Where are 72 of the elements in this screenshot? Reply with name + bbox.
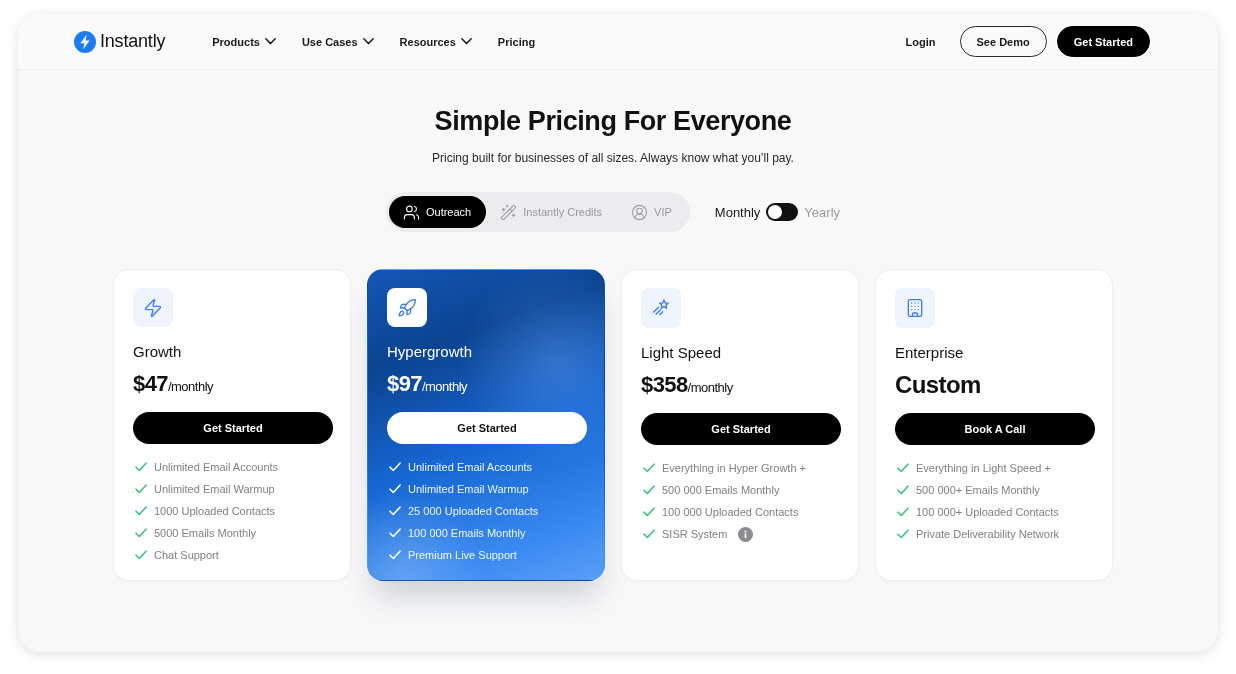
check-icon <box>897 507 909 517</box>
page-subtitle: Pricing built for businesses of all sizes. Always know what you’ll pay. <box>432 150 794 166</box>
check-icon <box>135 484 147 494</box>
check-icon <box>389 528 401 538</box>
magic-wand-icon <box>500 203 518 221</box>
plan-name: Growth <box>133 343 183 362</box>
feature-text: 100 000 Emails Monthly <box>408 527 526 539</box>
nav-link[interactable]: Use Cases <box>301 35 374 48</box>
plan-button[interactable]: Get Started <box>387 412 587 444</box>
users-icon <box>402 203 420 221</box>
check-icon <box>643 463 655 473</box>
check-icon <box>643 507 655 517</box>
check-icon <box>389 506 401 516</box>
feature-text: Chat Support <box>154 549 219 561</box>
brand-name[interactable]: Instantly <box>100 31 166 52</box>
check-icon <box>135 462 147 472</box>
nav-link[interactable]: Pricing <box>497 35 536 48</box>
check-icon <box>643 485 655 495</box>
feature-text: 5000 Emails Monthly <box>154 527 257 539</box>
logo-icon[interactable] <box>74 30 96 53</box>
plan-tab[interactable]: Outreach <box>388 196 487 228</box>
login-link[interactable]: Login <box>905 35 936 48</box>
feature-text: 100 000 Uploaded Contacts <box>662 506 799 518</box>
page-title: Simple Pricing For Everyone <box>434 105 792 138</box>
billing-label: Yearly <box>804 204 840 220</box>
building-icon <box>895 288 935 328</box>
check-icon <box>389 550 401 560</box>
plan-price: $97/monthly <box>387 370 469 399</box>
plan-button[interactable]: Get Started <box>641 413 841 445</box>
feature-text: 25 000 Uploaded Contacts <box>408 505 539 517</box>
plan-price: $358/monthly <box>641 371 734 399</box>
feature-text: Private Deliverability Network <box>916 528 1060 540</box>
feature-text: SISR System <box>662 528 728 540</box>
nav-link[interactable]: Resources <box>399 35 472 48</box>
chevron-down-icon <box>264 38 276 45</box>
plan-name: Enterprise <box>895 344 965 362</box>
lightning-icon <box>133 288 173 328</box>
plan-button[interactable]: Book A Call <box>895 413 1095 445</box>
feature-text: Everything in Light Speed + <box>916 462 1051 474</box>
check-icon <box>897 529 909 539</box>
feature-text: Unlimited Email Warmup <box>154 483 275 495</box>
feature-text: 500 000 Emails Monthly <box>662 484 780 496</box>
plan-name: Hypergrowth <box>387 343 474 362</box>
check-icon <box>389 462 401 472</box>
check-icon <box>897 485 909 495</box>
check-icon <box>643 529 655 539</box>
billing-toggle[interactable] <box>766 203 799 221</box>
check-icon <box>389 484 401 494</box>
chevron-down-icon <box>460 38 472 45</box>
check-icon <box>897 463 909 473</box>
feature-text: 500 000+ Emails Monthly <box>916 484 1040 496</box>
get-started-button[interactable]: Get Started <box>1056 26 1150 57</box>
feature-text: Unlimited Email Warmup <box>408 483 529 495</box>
plan-price: Custom <box>895 371 982 399</box>
check-icon <box>135 550 147 560</box>
rocket-icon <box>387 288 427 328</box>
info-icon[interactable] <box>738 526 754 542</box>
feature-text: 100 000+ Uploaded Contacts <box>916 506 1059 518</box>
feature-text: Everything in Hyper Growth + <box>662 462 806 474</box>
plan-name: Light Speed <box>641 344 723 362</box>
plan-price: $47/monthly <box>133 370 215 399</box>
check-icon <box>135 528 147 538</box>
check-icon <box>135 506 147 516</box>
plan-button[interactable]: Get Started <box>133 412 333 444</box>
chevron-down-icon <box>362 38 374 45</box>
nav-link[interactable]: Products <box>212 35 276 48</box>
billing-label: Monthly <box>714 204 761 220</box>
user-circle-icon <box>631 203 649 221</box>
feature-text: Unlimited Email Accounts <box>154 461 279 473</box>
feature-text: 1000 Uploaded Contacts <box>154 505 276 517</box>
feature-text: Premium Live Support <box>408 549 517 561</box>
feature-text: Unlimited Email Accounts <box>408 461 533 473</box>
